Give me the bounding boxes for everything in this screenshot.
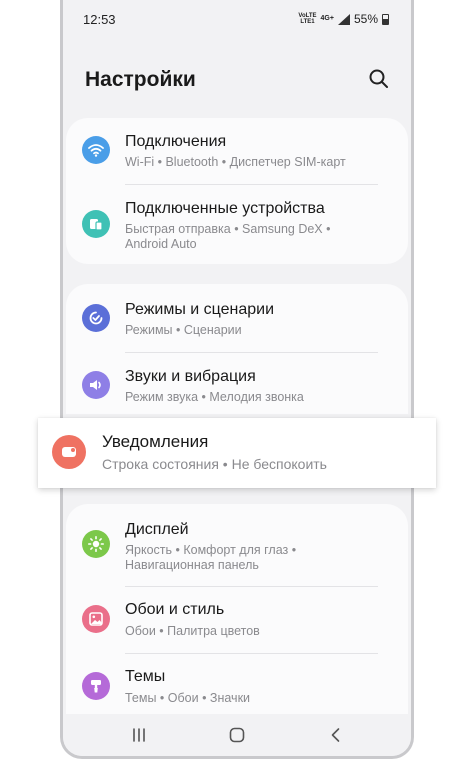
wifi-icon <box>82 136 110 164</box>
connected-devices-subtitle-line1: Быстрая отправка • Samsung DeX • <box>125 222 331 236</box>
speaker-icon <box>82 371 110 399</box>
modes-subtitle: Режимы • Сценарии <box>125 323 242 337</box>
sun-icon <box>82 530 110 558</box>
devices-icon <box>82 210 110 238</box>
sounds-title: Звуки и вибрация <box>125 368 256 385</box>
wallpaper-subtitle: Обои • Палитра цветов <box>125 624 260 638</box>
search-icon <box>369 69 388 88</box>
signal-icon <box>337 13 350 25</box>
settings-item-themes[interactable]: Темы Темы • Обои • Значки <box>66 654 408 720</box>
header: Настройки <box>63 60 411 100</box>
status-indicators: VoLTE LTE1 4G+ 55% <box>298 12 389 26</box>
connected-devices-subtitle-line2: Android Auto <box>125 237 197 251</box>
notifications-title: Уведомления <box>102 432 209 451</box>
settings-item-sounds[interactable]: Звуки и вибрация Режим звука • Мелодия з… <box>66 353 408 414</box>
settings-item-connections[interactable]: Подключения Wi-Fi • Bluetooth • Диспетче… <box>66 118 408 184</box>
network-label: VoLTE LTE1 <box>298 13 316 25</box>
brush-icon <box>82 672 110 700</box>
themes-subtitle: Темы • Обои • Значки <box>125 691 251 705</box>
network-type: 4G+ <box>320 15 334 22</box>
recents-button[interactable] <box>128 724 150 746</box>
settings-group-modes: Режимы и сценарии Режимы • Сценарии Звук… <box>66 284 408 414</box>
connections-title: Подключения <box>125 133 227 150</box>
battery-icon <box>382 13 389 25</box>
connections-subtitle: Wi-Fi • Bluetooth • Диспетчер SIM-карт <box>125 155 346 169</box>
notification-icon <box>52 435 86 469</box>
settings-item-wallpaper[interactable]: Обои и стиль Обои • Палитра цветов <box>66 587 408 653</box>
connected-devices-title: Подключенные устройства <box>125 200 325 217</box>
display-subtitle-line1: Яркость • Комфорт для глаз • <box>125 543 297 557</box>
image-icon <box>82 605 110 633</box>
battery-percent: 55% <box>353 12 378 26</box>
status-time: 12:53 <box>83 12 116 27</box>
recents-icon <box>133 728 145 742</box>
search-button[interactable] <box>367 67 391 91</box>
display-subtitle-line2: Навигационная панель <box>125 558 259 572</box>
settings-item-notifications[interactable]: Уведомления Строка состояния • Не беспок… <box>38 418 436 488</box>
sounds-subtitle: Режим звука • Мелодия звонка <box>125 390 304 404</box>
check-circle-icon <box>82 304 110 332</box>
settings-group-display: Дисплей Яркость • Комфорт для глаз • Нав… <box>66 504 408 724</box>
settings-item-connected-devices[interactable]: Подключенные устройства Быстрая отправка… <box>66 185 408 264</box>
network-label-bottom: LTE1 <box>300 19 315 25</box>
notifications-subtitle: Строка состояния • Не беспокоить <box>102 456 327 472</box>
display-title: Дисплей <box>125 521 189 538</box>
page-title: Настройки <box>85 68 196 91</box>
home-button[interactable] <box>226 724 248 746</box>
back-button[interactable] <box>325 724 347 746</box>
modes-title: Режимы и сценарии <box>125 301 275 318</box>
themes-title: Темы <box>125 668 166 685</box>
home-icon <box>229 727 245 743</box>
navigation-bar <box>63 714 411 756</box>
phone-frame: 12:53 VoLTE LTE1 4G+ 55% Настройки Подкл… <box>60 0 414 759</box>
status-bar: 12:53 VoLTE LTE1 4G+ 55% <box>63 0 411 40</box>
settings-item-display[interactable]: Дисплей Яркость • Комфорт для глаз • Нав… <box>66 504 408 586</box>
wallpaper-title: Обои и стиль <box>125 601 225 618</box>
settings-item-modes[interactable]: Режимы и сценарии Режимы • Сценарии <box>66 284 408 352</box>
settings-group-connections: Подключения Wi-Fi • Bluetooth • Диспетче… <box>66 118 408 264</box>
back-icon <box>331 728 340 742</box>
